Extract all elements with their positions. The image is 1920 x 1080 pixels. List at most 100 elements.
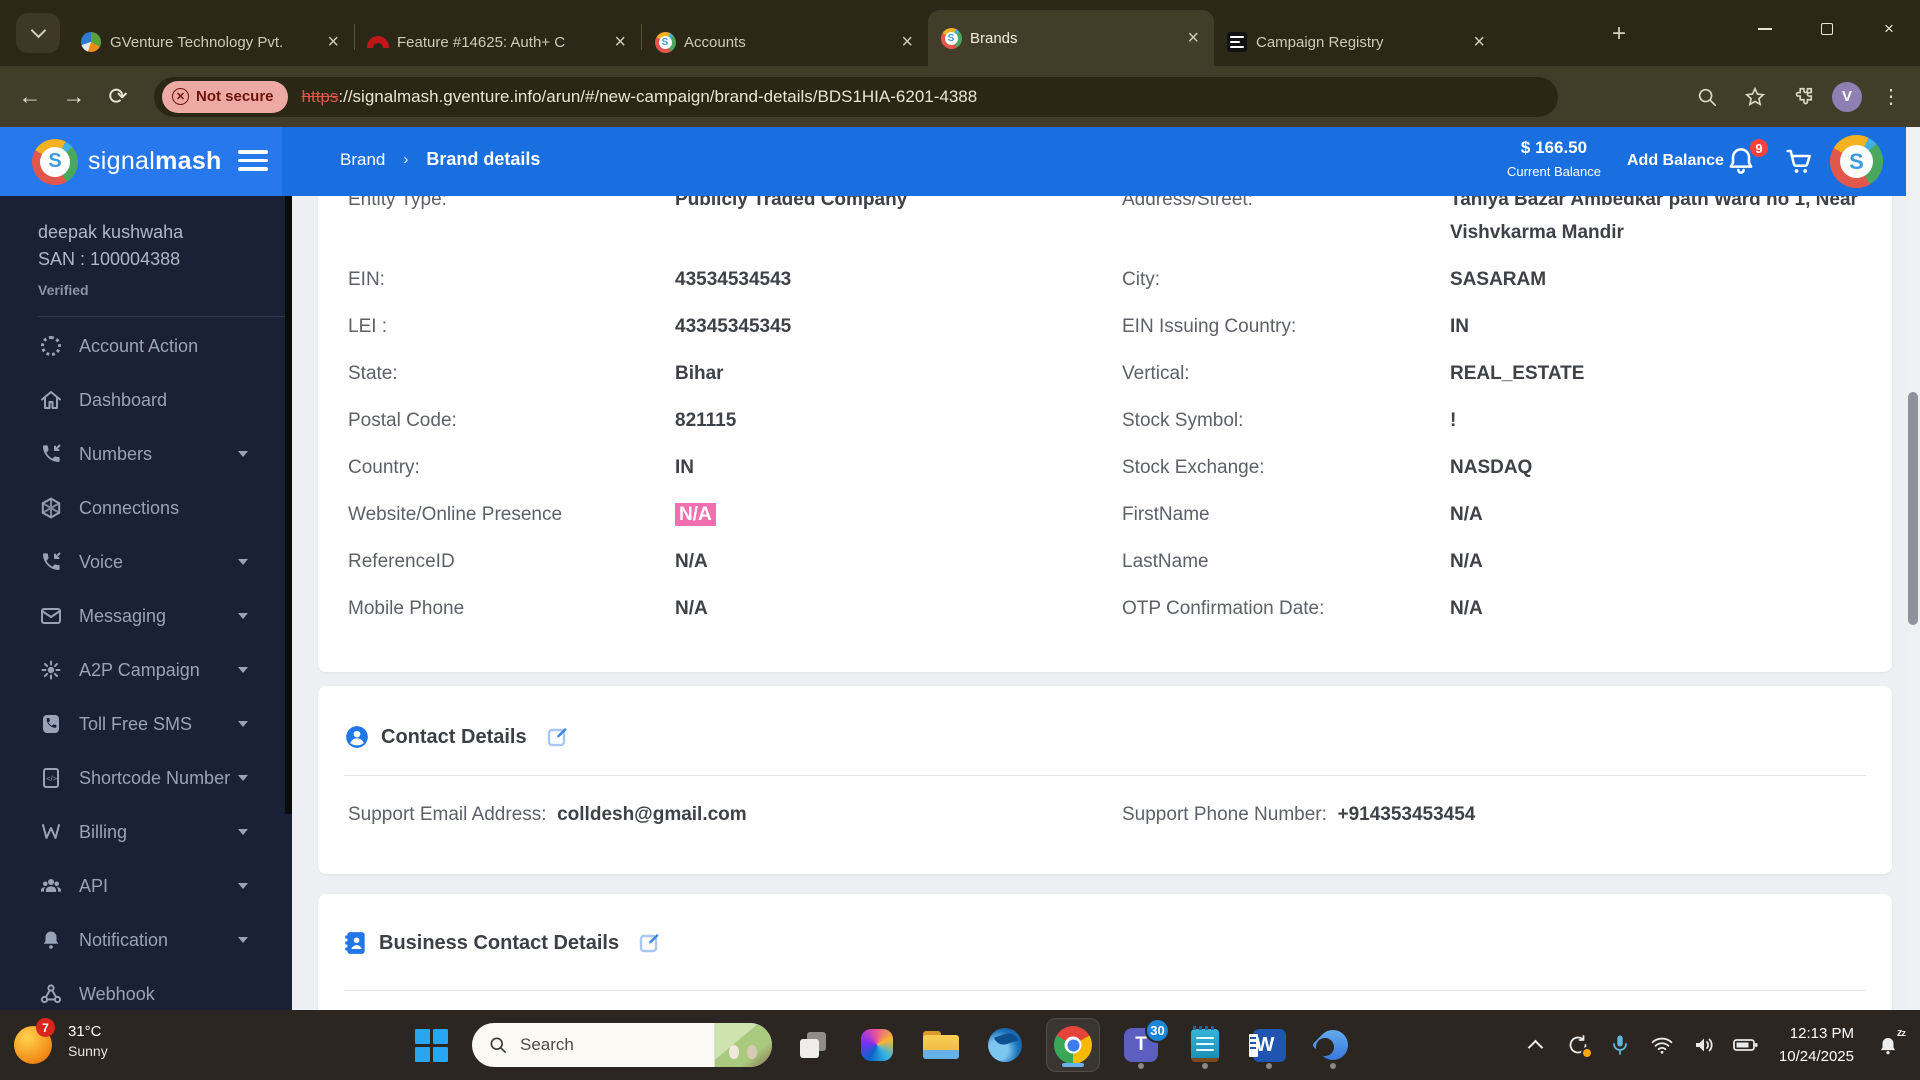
edit-business-contact-icon[interactable] bbox=[638, 931, 662, 955]
do-not-disturb-bell-icon[interactable]: zz bbox=[1870, 1025, 1906, 1065]
window-close-button[interactable]: × bbox=[1858, 0, 1920, 58]
phone-incoming-icon bbox=[38, 441, 64, 467]
microphone-icon[interactable] bbox=[1603, 1025, 1637, 1065]
back-button[interactable]: ← bbox=[8, 83, 52, 110]
chrome-icon bbox=[1054, 1026, 1092, 1064]
new-tab-button[interactable]: + bbox=[1602, 18, 1636, 52]
sidebar-item-toll-free-sms[interactable]: Toll Free SMS bbox=[0, 697, 292, 751]
page-scrollbar[interactable] bbox=[1906, 127, 1920, 1010]
sidebar-toggle-button[interactable] bbox=[238, 150, 268, 176]
sidebar-scrollbar[interactable] bbox=[285, 196, 292, 814]
close-tab-icon[interactable]: × bbox=[1466, 32, 1492, 52]
weather-widget[interactable]: 7 31°C Sunny bbox=[14, 1018, 108, 1064]
task-view-icon bbox=[800, 1032, 826, 1058]
word-button[interactable]: W bbox=[1246, 1018, 1292, 1072]
file-explorer-button[interactable] bbox=[918, 1018, 964, 1072]
field-label: EIN: bbox=[348, 267, 385, 293]
wifi-icon[interactable] bbox=[1645, 1025, 1679, 1065]
add-balance-button[interactable]: Add Balance bbox=[1627, 152, 1724, 170]
sidebar-item-connections[interactable]: Connections bbox=[0, 481, 292, 535]
cart-icon[interactable] bbox=[1784, 146, 1818, 180]
sidebar-item-notification[interactable]: Notification bbox=[0, 913, 292, 967]
status-dot bbox=[1581, 1047, 1593, 1059]
close-tab-icon[interactable]: × bbox=[1180, 28, 1206, 48]
highlighted-value: N/A bbox=[675, 503, 716, 526]
field-label: FirstName bbox=[1122, 502, 1210, 528]
notepad-button[interactable] bbox=[1182, 1018, 1228, 1072]
thunderbird-button[interactable] bbox=[982, 1018, 1028, 1072]
clock-widget[interactable]: 12:13 PM 10/24/2025 bbox=[1771, 1022, 1862, 1069]
divider bbox=[344, 775, 1866, 776]
chevron-down-icon bbox=[238, 937, 248, 943]
field-value: IN bbox=[1450, 314, 1469, 340]
sidebar-item-api[interactable]: API bbox=[0, 859, 292, 913]
sidebar-item-messaging[interactable]: Messaging bbox=[0, 589, 292, 643]
sidebar-item-label: Messaging bbox=[79, 606, 166, 627]
notepad-icon bbox=[1191, 1029, 1219, 1062]
field-label: Stock Symbol: bbox=[1122, 408, 1243, 434]
close-tab-icon[interactable]: × bbox=[607, 32, 633, 52]
sidebar-item-dashboard[interactable]: Dashboard bbox=[0, 373, 292, 427]
volume-icon[interactable] bbox=[1687, 1025, 1721, 1065]
toolbar-search-icon[interactable] bbox=[1688, 78, 1726, 116]
sidebar-item-voice[interactable]: Voice bbox=[0, 535, 292, 589]
bookmark-star-icon[interactable] bbox=[1736, 78, 1774, 116]
profile-avatar[interactable]: V bbox=[1832, 82, 1862, 112]
sidebar-item-billing[interactable]: Billing bbox=[0, 805, 292, 859]
signalmash-logo-icon[interactable]: S bbox=[32, 139, 78, 185]
redmine-favicon-icon bbox=[367, 31, 389, 53]
field-value: REAL_ESTATE bbox=[1450, 361, 1584, 387]
not-secure-badge[interactable]: ✕ Not secure bbox=[162, 81, 288, 113]
close-tab-icon[interactable]: × bbox=[320, 32, 346, 52]
scrollbar-thumb[interactable] bbox=[1908, 392, 1918, 625]
window-maximize-button[interactable] bbox=[1796, 0, 1858, 58]
sync-status-icon[interactable] bbox=[1561, 1025, 1595, 1065]
chevron-down-icon bbox=[30, 23, 46, 39]
tab-gventure[interactable]: GVenture Technology Pvt. × bbox=[68, 18, 354, 66]
breadcrumb-brand[interactable]: Brand bbox=[340, 150, 385, 170]
brand-details-card: Entity Type: Publicly Traded Company Add… bbox=[318, 186, 1892, 672]
copilot-button[interactable] bbox=[854, 1018, 900, 1072]
sidebar-item-shortcode-number[interactable]: </> Shortcode Number bbox=[0, 751, 292, 805]
task-view-button[interactable] bbox=[790, 1018, 836, 1072]
field-value: N/A bbox=[1450, 549, 1483, 575]
tab-title: Campaign Registry bbox=[1256, 34, 1458, 51]
tab-brands-active[interactable]: S Brands × bbox=[928, 10, 1214, 66]
person-circle-icon bbox=[344, 724, 370, 750]
reload-button[interactable]: ⟳ bbox=[96, 83, 140, 110]
close-tab-icon[interactable]: × bbox=[894, 32, 920, 52]
signalmash-badge-icon[interactable]: S bbox=[1830, 135, 1883, 188]
user-status-badge: Verified bbox=[38, 282, 292, 298]
chrome-button-active[interactable] bbox=[1046, 1018, 1100, 1072]
search-highlight-image bbox=[714, 1023, 772, 1067]
contact-details-card: Contact Details Support Email Address: c… bbox=[318, 686, 1892, 874]
tab-accounts[interactable]: S Accounts × bbox=[642, 18, 928, 66]
edit-contact-icon[interactable] bbox=[546, 725, 570, 749]
sidebar-item-label: Shortcode Number bbox=[79, 768, 230, 789]
balance-amount: $ 166.50 bbox=[1498, 138, 1610, 158]
taskbar-search[interactable]: Search bbox=[472, 1023, 772, 1067]
address-bar[interactable]: ✕ Not secure https://signalmash.gventure… bbox=[154, 77, 1558, 117]
tab-feature[interactable]: Feature #14625: Auth+ C × bbox=[355, 18, 641, 66]
gear-icon bbox=[38, 657, 64, 683]
user-san: SAN : 100004388 bbox=[38, 249, 292, 270]
battery-icon[interactable] bbox=[1729, 1025, 1763, 1065]
chevron-down-icon bbox=[238, 775, 248, 781]
sidebar-item-a2p-campaign[interactable]: A2P Campaign bbox=[0, 643, 292, 697]
window-minimize-button[interactable] bbox=[1734, 0, 1796, 58]
tab-search-button[interactable] bbox=[16, 13, 60, 53]
teams-button[interactable]: T30 bbox=[1118, 1018, 1164, 1072]
tab-campaign-registry[interactable]: Campaign Registry × bbox=[1214, 18, 1500, 66]
url-text[interactable]: https://signalmash.gventure.info/arun/#/… bbox=[302, 87, 978, 107]
sidebar-item-account-action[interactable]: Account Action bbox=[0, 319, 292, 373]
tray-expand-button[interactable] bbox=[1519, 1025, 1553, 1065]
start-button[interactable] bbox=[408, 1018, 454, 1072]
forward-button[interactable]: → bbox=[52, 83, 96, 110]
browser-menu-icon[interactable]: ⋮ bbox=[1872, 78, 1910, 116]
current-balance[interactable]: $ 166.50 Current Balance bbox=[1498, 138, 1610, 179]
divider bbox=[38, 316, 292, 317]
extensions-puzzle-icon[interactable] bbox=[1784, 78, 1822, 116]
sidebar-item-numbers[interactable]: Numbers bbox=[0, 427, 292, 481]
dolphin-app-button[interactable] bbox=[1310, 1018, 1356, 1072]
sidebar-item-label: Numbers bbox=[79, 444, 152, 465]
